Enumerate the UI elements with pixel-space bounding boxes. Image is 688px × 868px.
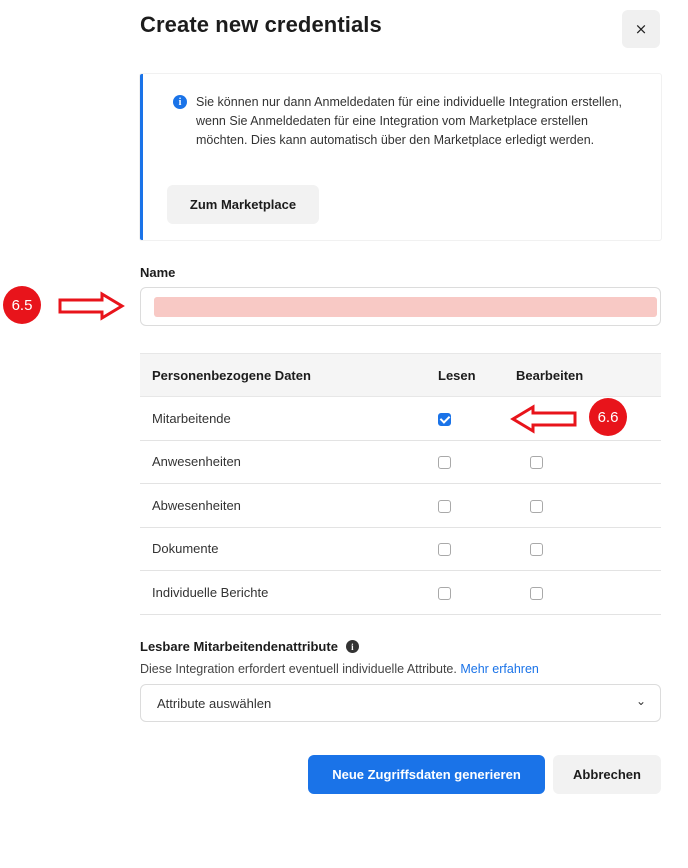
column-header: Bearbeiten — [516, 353, 661, 397]
attributes-heading: Lesbare Mitarbeitendenattribute i — [140, 639, 359, 654]
edit-checkbox[interactable] — [530, 499, 543, 513]
attributes-description: Diese Integration erfordert eventuell in… — [140, 662, 539, 676]
column-header: Personenbezogene Daten — [140, 353, 426, 397]
chevron-down-icon: ⌄ — [635, 694, 646, 708]
row-label: Anwesenheiten — [140, 440, 426, 484]
info-text: Sie können nur dann Anmeldedaten für ein… — [196, 95, 622, 147]
read-checkbox[interactable] — [438, 499, 451, 513]
row-label: Abwesenheiten — [140, 483, 426, 528]
read-checkbox[interactable] — [438, 543, 451, 557]
name-input[interactable] — [140, 287, 661, 326]
close-button[interactable]: × — [622, 10, 660, 48]
table-header-row: Personenbezogene Daten Lesen Bearbeiten — [140, 353, 661, 397]
cancel-button[interactable]: Abbrechen — [553, 755, 661, 794]
read-checkbox[interactable] — [438, 456, 451, 470]
read-checkbox[interactable] — [438, 412, 451, 426]
table-row: Dokumente — [140, 527, 661, 571]
table-row: Individuelle Berichte — [140, 570, 661, 615]
annotation-arrow-right-icon — [58, 291, 125, 321]
read-checkbox[interactable] — [438, 586, 451, 600]
row-label: Mitarbeitende — [140, 396, 426, 441]
annotation-badge: 6.6 — [589, 398, 627, 436]
table-row: Anwesenheiten — [140, 440, 661, 484]
table-row: Mitarbeitende — [140, 396, 661, 441]
edit-checkbox[interactable] — [530, 586, 543, 600]
edit-checkbox[interactable] — [530, 456, 543, 470]
table-row: Abwesenheiten — [140, 483, 661, 528]
dialog-title: Create new credentials — [140, 12, 382, 37]
generate-credentials-button[interactable]: Neue Zugriffsdaten generieren — [308, 755, 545, 794]
permissions-table: Personenbezogene Daten Lesen Bearbeiten … — [140, 353, 661, 615]
learn-more-link[interactable]: Mehr erfahren — [460, 662, 539, 676]
info-icon[interactable]: i — [345, 640, 359, 653]
attributes-description-text: Diese Integration erfordert eventuell in… — [140, 662, 457, 676]
annotation-badge: 6.5 — [3, 286, 41, 324]
column-header: Lesen — [426, 353, 516, 397]
annotation-arrow-left-icon — [510, 404, 577, 434]
name-redacted-value — [154, 297, 657, 317]
info-callout: i Sie können nur dann Anmeldedaten für e… — [140, 74, 661, 240]
name-label: Name — [140, 265, 176, 280]
attributes-label: Lesbare Mitarbeitendenattribute — [140, 639, 338, 654]
info-icon: i — [173, 95, 187, 109]
edit-checkbox[interactable] — [530, 543, 543, 557]
attributes-select[interactable]: Attribute auswählen ⌄ — [140, 684, 661, 722]
row-label: Dokumente — [140, 527, 426, 571]
row-label: Individuelle Berichte — [140, 570, 426, 615]
close-icon: × — [634, 20, 648, 38]
marketplace-button[interactable]: Zum Marketplace — [167, 185, 319, 224]
select-placeholder: Attribute auswählen — [157, 696, 272, 711]
